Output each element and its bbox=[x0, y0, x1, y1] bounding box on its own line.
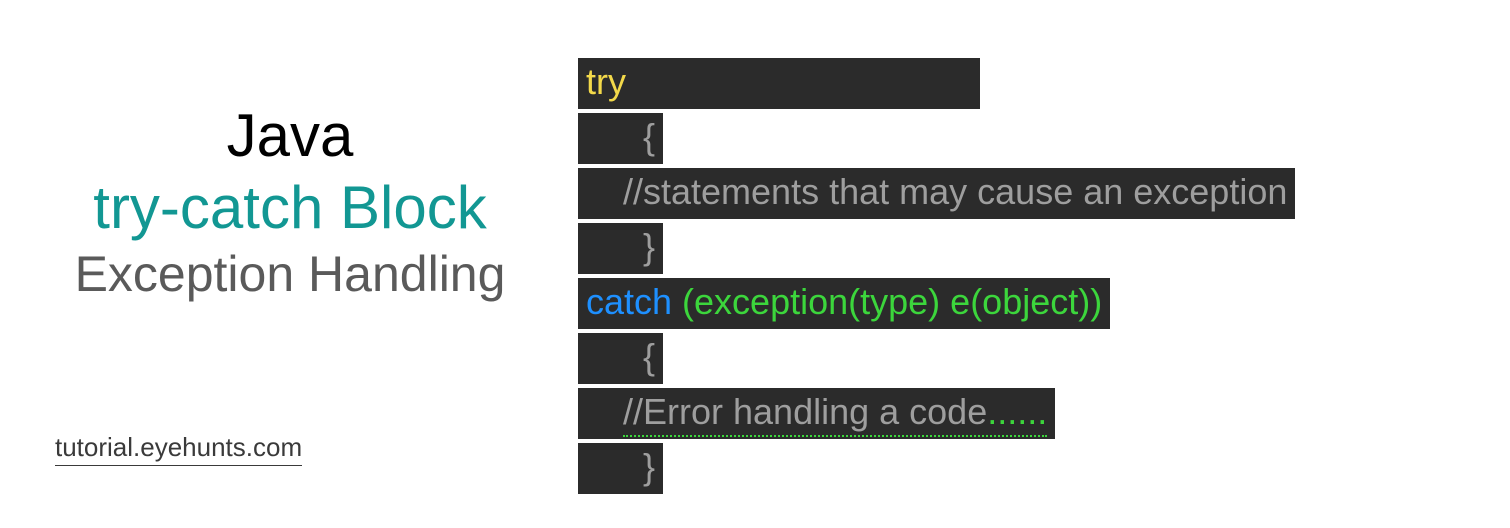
title-line-1: Java bbox=[35, 100, 545, 172]
code-line-comment-2: //Error handling a code...... bbox=[578, 388, 1055, 439]
left-panel: Java try-catch Block Exception Handling … bbox=[0, 0, 565, 528]
code-line-open-brace-1: { bbox=[578, 113, 663, 164]
code-panel: try { //statements that may cause an exc… bbox=[565, 0, 1510, 528]
code-line-close-brace-1: } bbox=[578, 223, 663, 274]
code-line-try: try bbox=[578, 58, 980, 109]
title-line-2: try-catch Block bbox=[35, 172, 545, 244]
comment-text-1: //statements that may cause an exception bbox=[623, 171, 1287, 212]
title-block: Java try-catch Block Exception Handling bbox=[35, 100, 545, 304]
keyword-try: try bbox=[586, 61, 626, 102]
comment-2-text: //Error handling a code bbox=[623, 391, 987, 432]
brace-open: { bbox=[643, 116, 655, 157]
page-root: Java try-catch Block Exception Handling … bbox=[0, 0, 1510, 528]
source-url: tutorial.eyehunts.com bbox=[55, 432, 302, 466]
brace-close: } bbox=[643, 226, 655, 267]
title-line-3: Exception Handling bbox=[35, 244, 545, 304]
comment-text-2: //Error handling a code...... bbox=[623, 391, 1047, 437]
catch-params: (exception(type) e(object)) bbox=[672, 281, 1102, 322]
brace-close-2: } bbox=[643, 446, 655, 487]
dots: ...... bbox=[987, 391, 1047, 432]
brace-open-2: { bbox=[643, 336, 655, 377]
code-line-catch: catch (exception(type) e(object)) bbox=[578, 278, 1110, 329]
code-line-close-brace-2: } bbox=[578, 443, 663, 494]
code-line-open-brace-2: { bbox=[578, 333, 663, 384]
code-line-comment-1: //statements that may cause an exception bbox=[578, 168, 1295, 219]
keyword-catch: catch bbox=[586, 281, 672, 322]
